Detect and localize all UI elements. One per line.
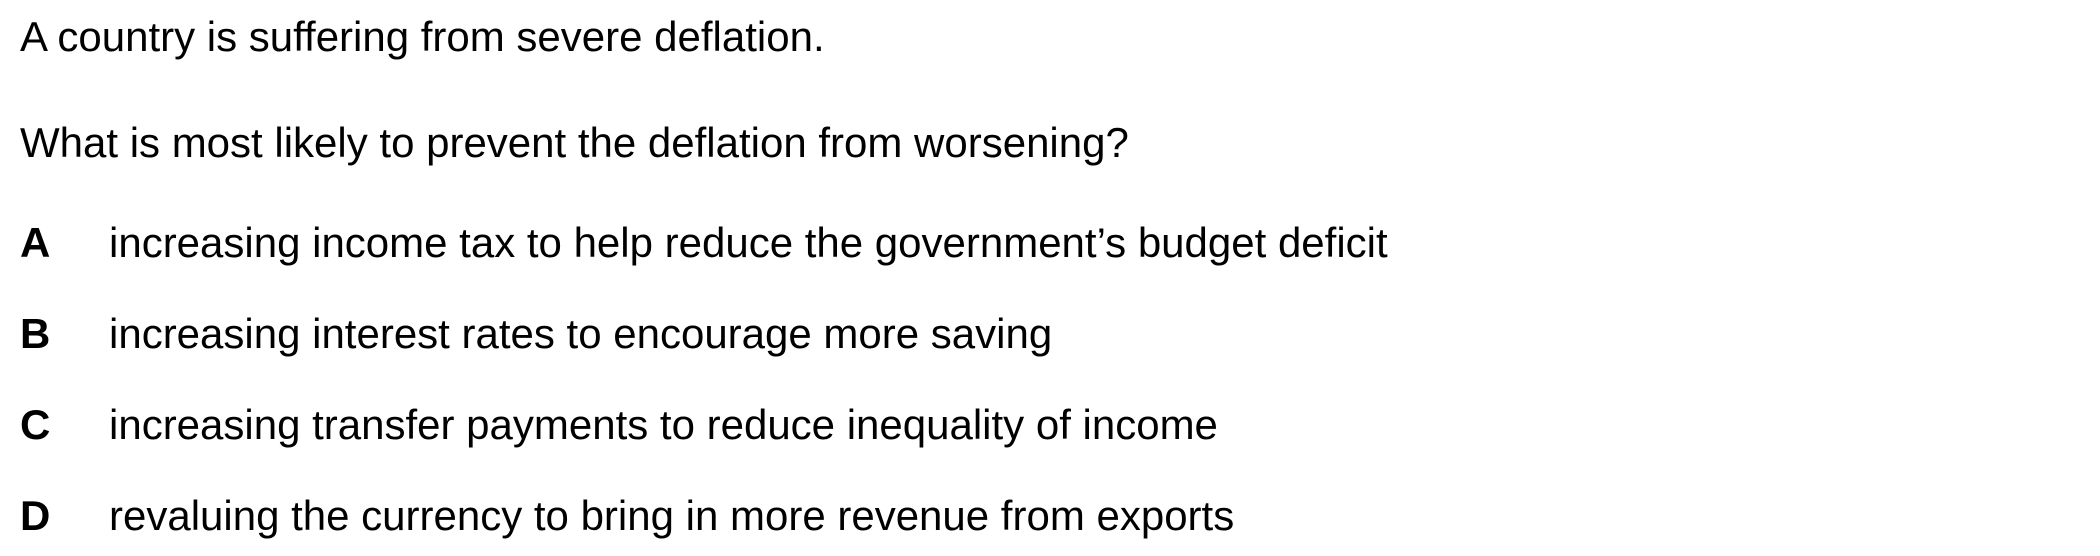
option-letter: B	[20, 310, 51, 357]
option-text: increasing income tax to help reduce the…	[109, 219, 1388, 266]
option-text: increasing interest rates to encourage m…	[109, 310, 1053, 357]
question-stem: A country is suffering from severe defla…	[20, 13, 825, 60]
question-prompt: What is most likely to prevent the defla…	[20, 119, 1129, 166]
option-letter: D	[20, 492, 51, 539]
option-text: increasing transfer payments to reduce i…	[109, 401, 1218, 448]
option-text: revaluing the currency to bring in more …	[109, 492, 1235, 539]
option-letter: A	[20, 219, 51, 266]
option-letter: C	[20, 401, 51, 448]
